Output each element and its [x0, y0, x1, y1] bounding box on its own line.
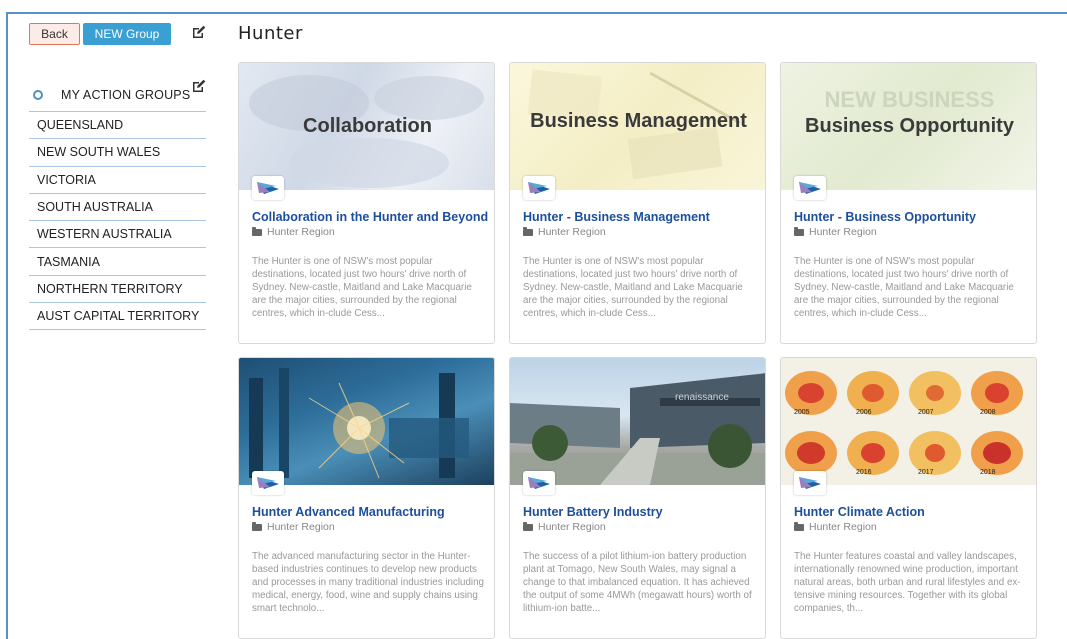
map-year-label: 2008: [980, 409, 996, 416]
brand-logo-icon: [252, 471, 284, 495]
edit-icon[interactable]: [192, 25, 206, 39]
sidebar: MY ACTION GROUPS QUEENSLAND NEW SOUTH WA…: [29, 78, 206, 331]
card-image: Collaboration: [239, 63, 494, 190]
brand-logo-icon: [523, 176, 555, 200]
card-description: The success of a pilot lithium-ion batte…: [523, 551, 752, 614]
map-year-label: 2018: [980, 469, 996, 476]
folder-icon: [794, 226, 804, 236]
card-image: [239, 358, 494, 485]
back-button[interactable]: Back: [29, 23, 80, 45]
brand-logo-icon: [523, 471, 555, 495]
sidebar-item-queensland[interactable]: QUEENSLAND: [29, 112, 206, 140]
card-region-label: Hunter Region: [538, 226, 606, 238]
group-card-business-opportunity[interactable]: NEW BUSINESS Business Opportunity Hunter…: [780, 62, 1037, 344]
card-title[interactable]: Hunter Battery Industry: [523, 505, 663, 519]
card-image-title: Business Opportunity: [805, 115, 1014, 137]
group-card-advanced-manufacturing[interactable]: Hunter Advanced Manufacturing Hunter Reg…: [238, 357, 495, 639]
sidebar-item-new-south-wales[interactable]: NEW SOUTH WALES: [29, 139, 206, 167]
card-region: Hunter Region: [252, 226, 335, 238]
folder-icon: [523, 226, 533, 236]
card-image: renaissance: [510, 358, 765, 485]
folder-icon: [523, 521, 533, 531]
card-title[interactable]: Hunter - Business Opportunity: [794, 210, 976, 224]
edit-groups-icon[interactable]: [192, 79, 206, 93]
group-card-business-management[interactable]: Business Management Hunter - Business Ma…: [509, 62, 766, 344]
sidebar-item-aust-capital-territory[interactable]: AUST CAPITAL TERRITORY: [29, 303, 206, 331]
radio-circle-icon: [33, 89, 43, 100]
new-group-button[interactable]: NEW Group: [83, 23, 171, 45]
brand-logo-icon: [794, 176, 826, 200]
card-region: Hunter Region: [794, 226, 877, 238]
card-image-title: Business Management: [530, 110, 747, 132]
brand-logo-icon: [252, 176, 284, 200]
card-description: The advanced manufacturing sector in the…: [252, 551, 484, 614]
card-region: Hunter Region: [523, 521, 606, 533]
sidebar-item-northern-territory[interactable]: NORTHERN TERRITORY: [29, 276, 206, 304]
map-year-label: 2005: [794, 409, 810, 416]
card-title[interactable]: Hunter - Business Management: [523, 210, 710, 224]
card-title[interactable]: Hunter Climate Action: [794, 505, 925, 519]
card-title[interactable]: Hunter Advanced Manufacturing: [252, 505, 445, 519]
card-image-bg-text: NEW BUSINESS: [824, 87, 995, 112]
group-card-battery-industry[interactable]: renaissance Hunter Battery Industry Hunt…: [509, 357, 766, 639]
card-description: The Hunter features coastal and valley l…: [794, 551, 1021, 614]
my-action-groups-label: MY ACTION GROUPS: [61, 87, 191, 102]
card-region-label: Hunter Region: [267, 226, 335, 238]
sidebar-item-victoria[interactable]: VICTORIA: [29, 167, 206, 194]
group-card-climate-action[interactable]: 2005 2006 2007 2008 2016 2017 2018 Hunte…: [780, 357, 1037, 639]
group-card-collaboration[interactable]: Collaboration Collaboration in the Hunte…: [238, 62, 495, 344]
card-description: The Hunter is one of NSW's most popular …: [252, 256, 472, 319]
brand-logo-icon: [794, 471, 826, 495]
card-region: Hunter Region: [794, 521, 877, 533]
folder-icon: [794, 521, 804, 531]
page-title: Hunter: [238, 23, 303, 44]
sidebar-item-western-australia[interactable]: WESTERN AUSTRALIA: [29, 221, 206, 249]
card-region-label: Hunter Region: [267, 521, 335, 533]
map-year-label: 2006: [856, 409, 872, 416]
card-region-label: Hunter Region: [538, 521, 606, 533]
folder-icon: [252, 521, 262, 531]
card-image: Business Management: [510, 63, 765, 190]
card-image-title: Collaboration: [303, 115, 432, 137]
sidebar-item-south-australia[interactable]: SOUTH AUSTRALIA: [29, 194, 206, 222]
card-title[interactable]: Collaboration in the Hunter and Beyond: [252, 210, 488, 224]
sidebar-item-tasmania[interactable]: TASMANIA: [29, 248, 206, 276]
map-year-label: 2007: [918, 409, 934, 416]
map-year-label: 2016: [856, 469, 872, 476]
card-description: The Hunter is one of NSW's most popular …: [794, 256, 1014, 319]
building-sign-text: renaissance: [675, 392, 729, 403]
folder-icon: [252, 226, 262, 236]
card-image: 2005 2006 2007 2008 2016 2017 2018: [781, 358, 1036, 485]
card-description: The Hunter is one of NSW's most popular …: [523, 256, 743, 319]
card-region: Hunter Region: [252, 521, 335, 533]
map-year-label: 2017: [918, 469, 934, 476]
my-action-groups[interactable]: MY ACTION GROUPS: [29, 78, 206, 112]
card-region-label: Hunter Region: [809, 521, 877, 533]
card-image: NEW BUSINESS Business Opportunity: [781, 63, 1036, 190]
card-region: Hunter Region: [523, 226, 606, 238]
card-region-label: Hunter Region: [809, 226, 877, 238]
